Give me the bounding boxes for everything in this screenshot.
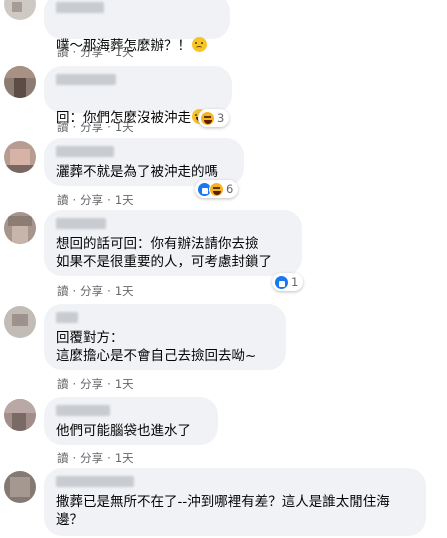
reaction-summary[interactable]: 6 (195, 180, 239, 198)
timestamp[interactable]: 1天 (115, 192, 134, 208)
timestamp[interactable]: 1天 (115, 44, 134, 60)
share-link[interactable]: 分享 (80, 192, 103, 208)
avatar[interactable] (4, 212, 36, 244)
comment-bubble: 想回的話可回：你有辦法請你去撿 如果不是很重要的人，可考慮封鎖了 (44, 210, 302, 276)
comment-bubble: 灑葬不就是為了被沖走的嗎 (44, 138, 244, 186)
timestamp[interactable]: 1天 (115, 376, 134, 392)
comment-bubble: 噗～那海葬怎麼辦？！ (44, 0, 230, 54)
avatar[interactable] (4, 306, 36, 338)
reaction-summary[interactable]: 3 (198, 109, 230, 127)
timestamp[interactable]: 1天 (115, 119, 134, 135)
like-icon (274, 274, 289, 290)
commenter-name[interactable] (56, 312, 78, 323)
comment-bubble: 他們可能腦袋也進水了 (44, 397, 218, 445)
comment-text: 他們可能腦袋也進水了 (56, 423, 191, 439)
avatar[interactable] (4, 141, 36, 173)
read-link[interactable]: 讀 (57, 119, 69, 135)
comment-actions: 讀 · 分享 · 1天 (57, 283, 134, 299)
commenter-name[interactable] (56, 74, 116, 85)
commenter-name[interactable] (56, 476, 134, 487)
avatar[interactable] (4, 471, 36, 503)
reaction-count: 1 (291, 275, 299, 289)
comment-bubble: 回覆對方： 這麼擔心是不會自己去撿回去呦~ (44, 304, 286, 370)
timestamp[interactable]: 1天 (115, 450, 134, 466)
comment-actions: 讀 · 分享 · 1天 (57, 44, 134, 60)
reaction-count: 3 (217, 111, 225, 125)
commenter-name[interactable] (56, 405, 110, 416)
share-link[interactable]: 分享 (80, 376, 103, 392)
timestamp[interactable]: 1天 (115, 283, 134, 299)
read-link[interactable]: 讀 (57, 44, 69, 60)
haha-icon (200, 110, 215, 126)
reaction-summary[interactable]: 1 (272, 273, 304, 291)
comment-actions: 讀 · 分享 · 1天 (57, 450, 134, 466)
commenter-name[interactable] (56, 2, 104, 13)
share-link[interactable]: 分享 (80, 450, 103, 466)
comment-text: 撒葬已是無所不在了--沖到哪裡有差？這人是誰太閒住海 邊？ (56, 494, 390, 528)
share-link[interactable]: 分享 (80, 283, 103, 299)
read-link[interactable]: 讀 (57, 192, 69, 208)
comment-text: 灑葬不就是為了被沖走的嗎 (56, 164, 218, 180)
avatar[interactable] (4, 0, 36, 20)
comment-text: 想回的話可回：你有辦法請你去撿 如果不是很重要的人，可考慮封鎖了 (56, 236, 272, 270)
reaction-count: 6 (226, 182, 234, 196)
haha-icon (209, 181, 224, 197)
avatar[interactable] (4, 66, 36, 98)
comment-actions: 讀 · 分享 · 1天 (57, 376, 134, 392)
share-link[interactable]: 分享 (80, 119, 103, 135)
commenter-name[interactable] (56, 146, 114, 157)
comment-text: 回覆對方： 這麼擔心是不會自己去撿回去呦~ (56, 330, 257, 364)
read-link[interactable]: 讀 (57, 283, 69, 299)
commenter-name[interactable] (56, 218, 106, 229)
comment-actions: 讀 · 分享 · 1天 (57, 192, 134, 208)
read-link[interactable]: 讀 (57, 450, 69, 466)
worried-face-icon (192, 37, 207, 52)
read-link[interactable]: 讀 (57, 376, 69, 392)
share-link[interactable]: 分享 (80, 44, 103, 60)
comment-bubble: 撒葬已是無所不在了--沖到哪裡有差？這人是誰太閒住海 邊？ (44, 468, 426, 536)
comment-actions: 讀 · 分享 · 1天 (57, 119, 134, 135)
comment-bubble: 回：你們怎麼沒被沖走 (44, 66, 232, 126)
avatar[interactable] (4, 399, 36, 431)
